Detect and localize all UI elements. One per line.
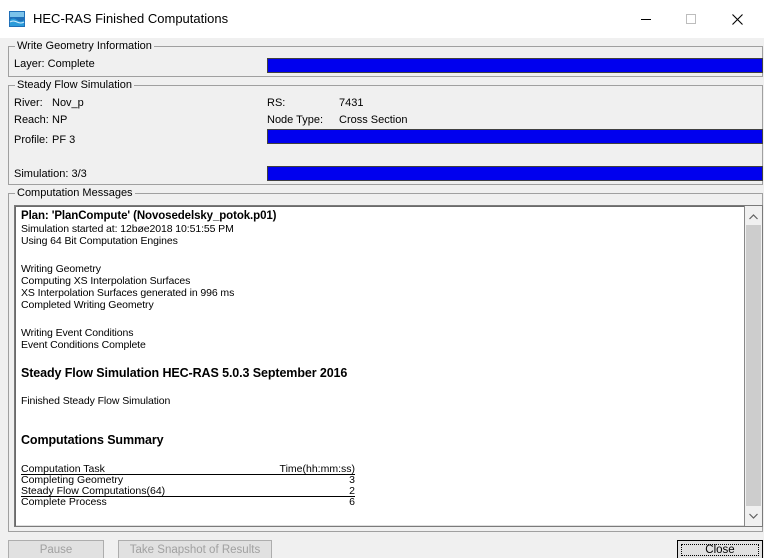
message-line: Event Conditions Complete [21, 339, 146, 351]
title-bar: HEC-RAS Finished Computations [0, 0, 764, 38]
steady-flow-legend: Steady Flow Simulation [17, 79, 132, 91]
layer-status-label: Layer: Complete [14, 58, 95, 70]
computations-summary-table: Computation Task Time(hh:mm:ss) Completi… [21, 464, 355, 508]
take-snapshot-button[interactable]: Take Snapshot of Results [118, 540, 272, 558]
hec-ras-app-icon [9, 11, 25, 27]
close-window-button[interactable] [714, 5, 760, 33]
rs-value: 7431 [339, 97, 364, 109]
simulation-progress-bar [267, 166, 763, 181]
scroll-up-button[interactable] [745, 208, 762, 225]
focus-rectangle [681, 544, 759, 556]
message-line: Writing Event Conditions [21, 327, 134, 339]
chevron-up-icon [749, 213, 758, 219]
computation-messages-legend: Computation Messages [17, 187, 133, 199]
river-label: River: [14, 97, 43, 109]
reach-label: Reach: [14, 114, 49, 126]
summary-header-time: Time(hh:mm:ss) [279, 463, 355, 475]
message-line: Simulation started at: 12bøe2018 10:51:5… [21, 223, 234, 235]
node-type-label: Node Type: [267, 114, 324, 126]
chevron-down-icon [749, 513, 758, 519]
message-plan-line: Plan: 'PlanCompute' (Novosedelsky_potok.… [21, 210, 277, 222]
reach-value: NP [52, 114, 68, 126]
scroll-thumb[interactable] [746, 225, 761, 506]
simulation-label: Simulation: 3/3 [14, 168, 87, 180]
message-line: XS Interpolation Surfaces generated in 9… [21, 287, 235, 299]
rs-label: RS: [267, 97, 286, 109]
minimize-button[interactable] [623, 5, 669, 33]
message-line: Using 64 Bit Computation Engines [21, 235, 178, 247]
write-geometry-legend: Write Geometry Information [17, 40, 152, 52]
pause-button[interactable]: Pause [8, 540, 104, 558]
computation-messages-textbox[interactable]: Plan: 'PlanCompute' (Novosedelsky_potok.… [14, 205, 763, 527]
message-line: Completed Writing Geometry [21, 299, 154, 311]
message-line: Finished Steady Flow Simulation [21, 395, 171, 407]
message-line: Computing XS Interpolation Surfaces [21, 275, 191, 287]
table-row: Complete Process 6 [21, 497, 355, 508]
maximize-button[interactable] [668, 5, 714, 33]
summary-task: Complete Process [21, 496, 107, 508]
messages-scrollbar[interactable] [745, 206, 762, 526]
message-line: Writing Geometry [21, 263, 101, 275]
message-summary-heading: Computations Summary [21, 433, 164, 447]
message-steady-flow-heading: Steady Flow Simulation HEC-RAS 5.0.3 Sep… [21, 366, 348, 380]
profile-value: PF 3 [52, 134, 76, 146]
close-button[interactable]: Close [677, 540, 763, 558]
node-type-value: Cross Section [339, 114, 408, 126]
messages-content: Plan: 'PlanCompute' (Novosedelsky_potok.… [15, 206, 745, 526]
profile-progress-bar [267, 129, 763, 144]
river-value: Nov_p [52, 97, 84, 109]
window-title: HEC-RAS Finished Computations [33, 11, 229, 26]
layer-progress-bar [267, 58, 763, 73]
profile-label: Profile: [14, 134, 49, 146]
scroll-down-button[interactable] [745, 507, 762, 524]
summary-time: 6 [349, 496, 355, 508]
